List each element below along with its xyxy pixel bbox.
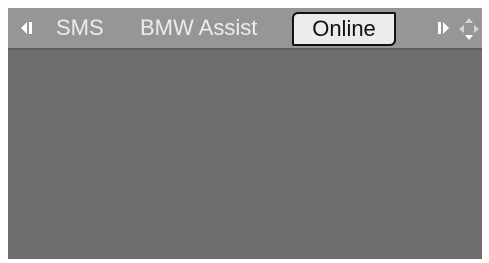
tab-online[interactable]: Online [292, 12, 396, 46]
controller-icon [457, 16, 481, 42]
tab-bar: SMS BMW Assist Online [8, 8, 482, 48]
arrow-left-icon[interactable] [12, 8, 42, 48]
tab-sms[interactable]: SMS [56, 8, 104, 48]
display-screen: SMS BMW Assist Online [8, 8, 482, 259]
header-divider [8, 48, 482, 50]
arrow-right-icon[interactable] [431, 8, 455, 48]
tab-bmw-assist[interactable]: BMW Assist [140, 8, 257, 48]
